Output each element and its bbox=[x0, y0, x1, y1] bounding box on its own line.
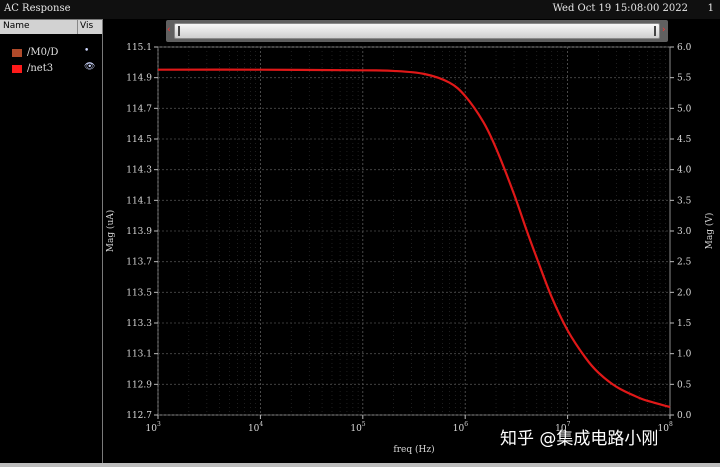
y-left-tick-label: 114.3 bbox=[126, 166, 152, 176]
x-tick-label: 10 bbox=[453, 424, 465, 434]
y-left-tick-label: 113.7 bbox=[126, 258, 152, 268]
timestamp: Wed Oct 19 15:08:00 2022 bbox=[552, 3, 688, 14]
title-bar: AC Response Wed Oct 19 15:08:00 2022 1 bbox=[0, 0, 720, 19]
status-strip bbox=[0, 463, 720, 467]
y-left-tick-label: 114.7 bbox=[126, 104, 152, 114]
legend-item-label: /M0/D bbox=[27, 47, 59, 58]
trace-color-swatch bbox=[12, 65, 22, 73]
ac-response-window: AC Response Wed Oct 19 15:08:00 2022 1 N… bbox=[0, 0, 720, 467]
y-right-tick-label: 0.0 bbox=[677, 411, 692, 421]
y-right-tick-label: 3.0 bbox=[677, 227, 692, 237]
y-left-tick-label: 115.1 bbox=[126, 43, 152, 53]
legend-item-net3[interactable]: /net3 👁 bbox=[0, 62, 102, 76]
y-left-tick-label: 112.7 bbox=[126, 411, 152, 421]
legend-col-divider[interactable] bbox=[77, 20, 78, 34]
y-right-tick-label: 5.5 bbox=[677, 74, 692, 84]
page-number: 1 bbox=[707, 3, 714, 14]
x-tick-exponent: 5 bbox=[362, 421, 366, 428]
thumb-grip-right[interactable] bbox=[654, 26, 656, 36]
y-right-tick-label: 1.0 bbox=[677, 350, 692, 360]
y-left-tick-label: 113.3 bbox=[126, 319, 152, 329]
x-tick-exponent: 8 bbox=[669, 421, 673, 428]
y-right-tick-label: 1.5 bbox=[677, 319, 692, 329]
legend-col-name[interactable]: Name bbox=[3, 21, 30, 31]
y-left-tick-label: 114.1 bbox=[126, 196, 152, 206]
y-left-axis-label: Mag (uA) bbox=[105, 210, 116, 253]
y-right-tick-label: 2.5 bbox=[677, 258, 692, 268]
x-tick-label: 10 bbox=[350, 424, 362, 434]
legend-col-vis[interactable]: Vis bbox=[80, 21, 93, 31]
y-left-tick-label: 113.1 bbox=[126, 350, 152, 360]
y-right-axis-label: Mag (V) bbox=[704, 213, 715, 250]
y-left-tick-label: 113.9 bbox=[126, 227, 152, 237]
y-right-tick-label: 3.5 bbox=[677, 196, 692, 206]
visibility-dot-icon[interactable]: • bbox=[84, 46, 89, 56]
x-tick-exponent: 3 bbox=[157, 421, 161, 428]
x-zoom-scrollbar[interactable]: ‹ › bbox=[166, 20, 668, 42]
trace-color-swatch bbox=[12, 49, 22, 57]
y-right-tick-label: 5.0 bbox=[677, 104, 692, 114]
window-title: AC Response bbox=[4, 3, 71, 14]
legend-item-label: /net3 bbox=[27, 63, 54, 74]
visibility-eye-icon[interactable]: 👁 bbox=[84, 62, 95, 72]
x-tick-label: 10 bbox=[658, 424, 670, 434]
thumb-grip-left[interactable] bbox=[178, 26, 180, 36]
x-tick-exponent: 6 bbox=[464, 421, 468, 428]
y-right-tick-label: 0.5 bbox=[677, 380, 692, 390]
x-tick-exponent: 4 bbox=[259, 421, 263, 428]
x-tick-label: 10 bbox=[146, 424, 158, 434]
y-right-tick-label: 2.0 bbox=[677, 288, 692, 298]
y-left-tick-label: 114.9 bbox=[126, 74, 152, 84]
y-left-tick-label: 113.5 bbox=[126, 288, 152, 298]
ac-response-plot[interactable]: 112.7 112.9 113.1 113.3 113.5 113.7 113.9 114.1… bbox=[102, 42, 720, 463]
scroll-left-arrow-icon[interactable]: ‹ bbox=[167, 24, 173, 36]
x-axis-label: freq (Hz) bbox=[393, 444, 434, 455]
y-left-tick-label: 112.9 bbox=[126, 380, 152, 390]
x-tick-label: 10 bbox=[248, 424, 260, 434]
legend-panel: Name Vis /M0/D • /net3 👁 bbox=[0, 19, 103, 464]
scrollbar-thumb[interactable] bbox=[174, 23, 660, 39]
y-left-tick-label: 114.5 bbox=[126, 135, 152, 145]
scroll-right-arrow-icon[interactable]: › bbox=[662, 24, 668, 36]
legend-header: Name Vis bbox=[0, 20, 102, 34]
watermark-text: 知乎 @集成电路小刚 bbox=[500, 429, 659, 449]
y-right-tick-label: 4.5 bbox=[677, 135, 692, 145]
y-right-tick-label: 4.0 bbox=[677, 166, 692, 176]
legend-item-m0d[interactable]: /M0/D • bbox=[0, 46, 102, 60]
y-right-tick-label: 6.0 bbox=[677, 43, 692, 53]
